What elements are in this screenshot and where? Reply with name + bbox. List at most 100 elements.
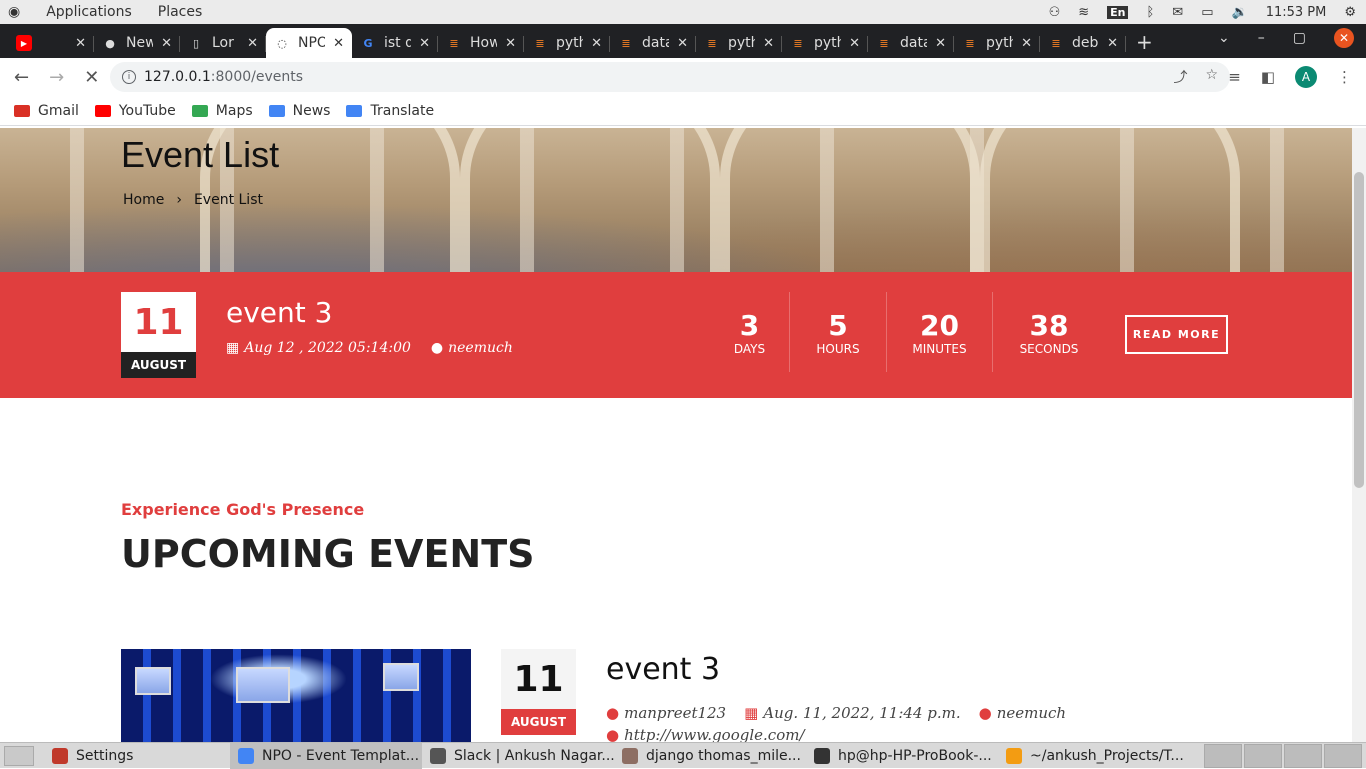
applications-menu[interactable]: Applications bbox=[46, 4, 132, 20]
bluetooth-icon[interactable]: ᛒ bbox=[1146, 5, 1154, 20]
browser-tab[interactable]: ≣ pyth ✕ bbox=[524, 28, 610, 58]
event-image[interactable] bbox=[121, 649, 471, 742]
browser-tab[interactable]: ◌ NPO ✕ bbox=[266, 28, 352, 58]
tab-title: data bbox=[900, 35, 927, 51]
tab-close-icon[interactable]: ✕ bbox=[75, 36, 86, 51]
browser-tab[interactable]: ≣ How ✕ bbox=[438, 28, 524, 58]
tab-close-icon[interactable]: ✕ bbox=[419, 36, 430, 51]
app-icon bbox=[52, 747, 68, 764]
reading-list-icon[interactable]: ≡ bbox=[1228, 68, 1241, 86]
bookmark-translate[interactable]: Translate bbox=[346, 103, 434, 119]
browser-tab[interactable]: ≣ pyth ✕ bbox=[954, 28, 1040, 58]
bookmark-label: News bbox=[292, 102, 331, 119]
event-location-text: neemuch bbox=[996, 704, 1067, 722]
bookmark-star-icon[interactable]: ☆ bbox=[1205, 67, 1218, 87]
event-date: ▦ Aug. 11, 2022, 11:44 p.m. bbox=[744, 704, 961, 722]
keyboard-layout[interactable]: En bbox=[1107, 5, 1129, 19]
stackoverflow-icon: ≣ bbox=[535, 36, 545, 50]
workspace-switcher[interactable] bbox=[1204, 743, 1242, 768]
workspace-switcher[interactable] bbox=[1324, 743, 1362, 768]
event-month: AUGUST bbox=[501, 709, 576, 735]
bookmark-news[interactable]: News bbox=[268, 102, 331, 119]
workspace-switcher[interactable] bbox=[1284, 743, 1322, 768]
forward-button[interactable]: → bbox=[49, 67, 64, 88]
clock[interactable]: 11:53 PM bbox=[1266, 5, 1327, 20]
tab-close-icon[interactable]: ✕ bbox=[591, 36, 602, 51]
breadcrumb-current: Event List bbox=[193, 192, 263, 208]
browser-tab[interactable]: Gist d ✕ bbox=[352, 28, 438, 58]
minimize-button[interactable]: – bbox=[1258, 30, 1265, 46]
bookmark-maps[interactable]: Maps bbox=[191, 103, 253, 119]
settings-gear-icon[interactable]: ⚙ bbox=[1344, 5, 1356, 20]
bookmark-gmail[interactable]: Gmail bbox=[14, 103, 79, 119]
address-bar[interactable]: i 127.0.0.1:8000/events ⤴ ☆ bbox=[110, 62, 1230, 92]
browser-tab[interactable]: ▯ Lor ✕ bbox=[180, 28, 266, 58]
tab-close-icon[interactable]: ✕ bbox=[247, 36, 258, 51]
tab-title: pyth bbox=[556, 35, 583, 51]
taskbar-item[interactable]: Settings bbox=[44, 743, 230, 769]
taskbar-item[interactable]: Slack | Ankush Nagar... bbox=[422, 743, 614, 769]
app-icon bbox=[814, 747, 830, 764]
tab-title: Lor bbox=[212, 35, 234, 51]
tab-close-icon[interactable]: ✕ bbox=[935, 36, 946, 51]
browser-tab[interactable]: ≣ pyth ✕ bbox=[782, 28, 868, 58]
tab-close-icon[interactable]: ✕ bbox=[161, 36, 172, 51]
breadcrumb-home[interactable]: Home bbox=[123, 192, 164, 208]
stackoverflow-icon: ≣ bbox=[621, 36, 631, 50]
browser-tab[interactable]: ≣ data ✕ bbox=[610, 28, 696, 58]
volume-icon[interactable]: 🔉 bbox=[1232, 5, 1248, 20]
browser-tab[interactable]: ≣ deb ✕ bbox=[1040, 28, 1126, 58]
tab-close-icon[interactable]: ✕ bbox=[677, 36, 688, 51]
stage-screen bbox=[236, 667, 290, 703]
wifi-icon[interactable]: ≋ bbox=[1078, 5, 1089, 20]
tab-search-icon[interactable]: ⌄ bbox=[1218, 30, 1230, 46]
side-panel-icon[interactable]: ◧ bbox=[1261, 68, 1275, 86]
featured-event-title[interactable]: event 3 bbox=[226, 296, 332, 329]
scrollbar-thumb[interactable] bbox=[1354, 172, 1364, 488]
tab-title: ist d bbox=[384, 35, 412, 51]
stop-loading-button[interactable]: ✕ bbox=[84, 67, 99, 88]
countdown-minutes-unit: MINUTES bbox=[912, 341, 967, 356]
indicator-icon[interactable]: ⚇ bbox=[1049, 5, 1061, 20]
system-top-panel: ◉ Applications Places ⚇ ≋ En ᛒ ✉ ▭ 🔉 11:… bbox=[0, 0, 1366, 24]
tab-close-icon[interactable]: ✕ bbox=[1021, 36, 1032, 51]
browser-tab[interactable]: ● New ✕ bbox=[94, 28, 180, 58]
profile-avatar[interactable]: A bbox=[1295, 66, 1317, 88]
share-icon[interactable]: ⤴ bbox=[1173, 67, 1187, 87]
browser-tab[interactable]: ≣ data ✕ bbox=[868, 28, 954, 58]
back-button[interactable]: ← bbox=[14, 67, 29, 88]
event-title[interactable]: event 3 bbox=[606, 652, 720, 687]
taskbar-item[interactable]: ~/ankush_Projects/T... bbox=[998, 743, 1190, 769]
taskbar-item[interactable]: hp@hp-HP-ProBook-... bbox=[806, 743, 998, 769]
tab-close-icon[interactable]: ✕ bbox=[1107, 36, 1118, 51]
read-more-button[interactable]: READ MORE bbox=[1125, 315, 1228, 354]
tab-close-icon[interactable]: ✕ bbox=[763, 36, 774, 51]
event-url[interactable]: ● http://www.google.com/ bbox=[606, 726, 805, 742]
show-desktop-icon[interactable] bbox=[4, 745, 34, 766]
tab-close-icon[interactable]: ✕ bbox=[333, 36, 344, 51]
maximize-button[interactable]: ▢ bbox=[1293, 30, 1306, 46]
news-icon bbox=[268, 104, 285, 117]
browser-tab[interactable]: ≣ pyth ✕ bbox=[696, 28, 782, 58]
mail-icon[interactable]: ✉ bbox=[1172, 5, 1183, 20]
tab-close-icon[interactable]: ✕ bbox=[849, 36, 860, 51]
taskbar-item[interactable]: django thomas_mile... bbox=[614, 743, 806, 769]
event-meta: ● manpreet123 ▦ Aug. 11, 2022, 11:44 p.m. … bbox=[606, 704, 1066, 722]
system-logo-icon: ◉ bbox=[8, 4, 21, 20]
stackoverflow-icon: ≣ bbox=[965, 36, 975, 50]
section-heading: UPCOMING EVENTS bbox=[121, 532, 535, 576]
event-url-text[interactable]: http://www.google.com/ bbox=[624, 726, 804, 742]
app-icon bbox=[622, 747, 638, 764]
battery-icon[interactable]: ▭ bbox=[1201, 5, 1213, 20]
workspace-switcher[interactable] bbox=[1244, 743, 1282, 768]
taskbar-item[interactable]: NPO - Event Templat... bbox=[230, 742, 422, 769]
new-tab-button[interactable]: + bbox=[1126, 30, 1163, 58]
tab-close-icon[interactable]: ✕ bbox=[505, 36, 516, 51]
site-info-icon[interactable]: i bbox=[122, 70, 136, 84]
menu-kebab-icon[interactable]: ⋮ bbox=[1337, 68, 1352, 86]
places-menu[interactable]: Places bbox=[158, 4, 203, 20]
close-window-button[interactable]: ✕ bbox=[1334, 28, 1354, 48]
browser-tab[interactable]: ▶ ✕ bbox=[8, 28, 94, 58]
page-scrollbar[interactable] bbox=[1352, 128, 1366, 742]
bookmark-youtube[interactable]: YouTube bbox=[94, 103, 176, 119]
